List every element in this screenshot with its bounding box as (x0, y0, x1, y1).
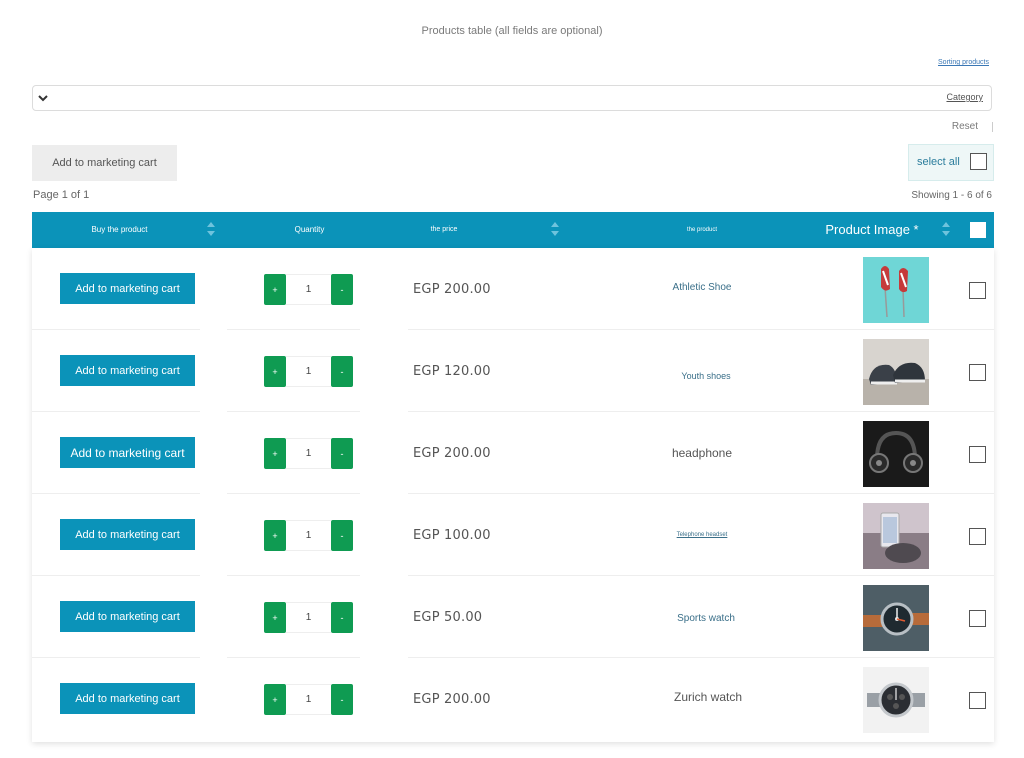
headphone-image (863, 421, 929, 487)
quantity-input[interactable] (286, 438, 331, 469)
telephone-headset-image (863, 503, 929, 569)
quantity-stepper[interactable]: + - (264, 274, 354, 305)
select-all-label[interactable]: select all (917, 156, 960, 168)
add-to-marketing-cart-button[interactable]: Add to marketing cart (60, 437, 195, 468)
add-to-marketing-cart-button[interactable]: Add to marketing cart (32, 145, 177, 181)
increase-quantity-button[interactable]: + (264, 602, 286, 633)
product-name[interactable]: Zurich watch (648, 690, 768, 704)
row-checkbox[interactable] (969, 364, 986, 381)
quantity-stepper[interactable]: + - (264, 602, 354, 633)
zurich-watch-image (863, 667, 929, 733)
product-price: EGP 200.00 (413, 282, 491, 297)
row-checkbox[interactable] (969, 282, 986, 299)
product-name[interactable]: Youth shoes (646, 371, 766, 381)
product-price: EGP 100.00 (413, 528, 491, 543)
decrease-quantity-button[interactable]: - (331, 274, 353, 305)
quantity-stepper[interactable]: + - (264, 438, 354, 469)
category-filter[interactable]: Category (32, 85, 992, 111)
column-header-price[interactable]: the price (362, 212, 526, 248)
decrease-quantity-button[interactable]: - (331, 438, 353, 469)
quantity-stepper[interactable]: + - (264, 520, 354, 551)
row-checkbox[interactable] (969, 610, 986, 627)
decrease-quantity-button[interactable]: - (331, 520, 353, 551)
product-price: EGP 200.00 (413, 446, 491, 461)
table-row: Add to marketing cart + - EGP 100.00 Tel… (32, 494, 994, 576)
table-row: Add to marketing cart + - EGP 200.00 Ath… (32, 248, 994, 330)
quantity-input[interactable] (286, 356, 331, 387)
sort-icon[interactable] (942, 222, 950, 238)
sort-icon[interactable] (207, 222, 215, 238)
column-header-product[interactable]: the product (632, 212, 772, 248)
increase-quantity-button[interactable]: + (264, 356, 286, 387)
increase-quantity-button[interactable]: + (264, 684, 286, 715)
add-to-marketing-cart-button[interactable]: Add to marketing cart (60, 601, 195, 632)
youth-shoes-image (863, 339, 929, 405)
product-name[interactable]: Sports watch (646, 613, 766, 624)
quantity-input[interactable] (286, 520, 331, 551)
quantity-stepper[interactable]: + - (264, 356, 354, 387)
product-price: EGP 120.00 (413, 364, 491, 379)
select-all-checkbox[interactable] (970, 153, 987, 170)
sports-watch-image (863, 585, 929, 651)
add-to-marketing-cart-button[interactable]: Add to marketing cart (60, 683, 195, 714)
increase-quantity-button[interactable]: + (264, 438, 286, 469)
add-to-marketing-cart-button[interactable]: Add to marketing cart (60, 273, 195, 304)
quantity-input[interactable] (286, 684, 331, 715)
product-name[interactable]: Telephone headset (642, 532, 762, 538)
showing-info: Showing 1 - 6 of 6 (911, 190, 992, 201)
product-price: EGP 50.00 (413, 610, 483, 625)
category-label[interactable]: Category (946, 92, 983, 102)
product-price: EGP 200.00 (413, 692, 491, 707)
product-name[interactable]: headphone (642, 446, 762, 460)
row-checkbox[interactable] (969, 528, 986, 545)
increase-quantity-button[interactable]: + (264, 520, 286, 551)
chevron-down-icon[interactable] (37, 92, 49, 104)
row-checkbox[interactable] (969, 692, 986, 709)
add-to-marketing-cart-button[interactable]: Add to marketing cart (60, 355, 195, 386)
table-row: Add to marketing cart + - EGP 200.00 hea… (32, 412, 994, 494)
reset-button[interactable]: Reset (952, 121, 978, 132)
quantity-input[interactable] (286, 274, 331, 305)
sorting-products-link[interactable]: Sorting products (938, 59, 989, 66)
product-name[interactable]: Athletic Shoe (642, 282, 762, 293)
select-all-control[interactable]: select all (908, 144, 994, 181)
page-title: Products table (all fields are optional) (421, 25, 603, 37)
row-checkbox[interactable] (969, 446, 986, 463)
sort-icon[interactable] (551, 222, 559, 238)
decrease-quantity-button[interactable]: - (331, 684, 353, 715)
decrease-quantity-button[interactable]: - (331, 602, 353, 633)
table-header: Buy the product Quantity the price the p… (32, 212, 994, 248)
add-to-marketing-cart-button[interactable]: Add to marketing cart (60, 519, 195, 550)
table-row: Add to marketing cart + - EGP 50.00 Spor… (32, 576, 994, 658)
column-header-buy[interactable]: Buy the product (32, 212, 207, 248)
increase-quantity-button[interactable]: + (264, 274, 286, 305)
table-body: Add to marketing cart + - EGP 200.00 Ath… (32, 248, 994, 742)
table-row: Add to marketing cart + - EGP 200.00 Zur… (32, 658, 994, 740)
column-header-image[interactable]: Product Image * (802, 212, 942, 248)
page-info: Page 1 of 1 (33, 189, 90, 201)
table-row: Add to marketing cart + - EGP 120.00 You… (32, 330, 994, 412)
divider (992, 122, 993, 132)
quantity-input[interactable] (286, 602, 331, 633)
quantity-stepper[interactable]: + - (264, 684, 354, 715)
decrease-quantity-button[interactable]: - (331, 356, 353, 387)
athletic-shoe-image (863, 257, 929, 323)
header-checkbox[interactable] (970, 222, 986, 238)
